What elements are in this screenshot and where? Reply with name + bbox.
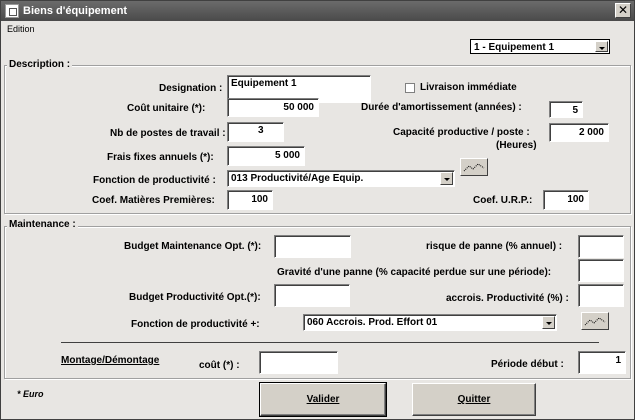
fonction-prod-label: Fonction de productivité : <box>93 175 216 186</box>
menu-bar: Edition <box>1 21 634 36</box>
cout-unitaire-value: 50 000 <box>283 102 314 113</box>
maintenance-label: Maintenance : <box>7 219 78 230</box>
fonction-prod-select[interactable]: 013 Productivité/Age Equip. <box>227 170 455 187</box>
designation-value: Equipement 1 <box>231 78 297 89</box>
coef-mp-field[interactable]: 100 <box>227 190 273 210</box>
valider-button[interactable]: Valider <box>259 382 387 417</box>
risque-panne-field[interactable] <box>578 235 624 258</box>
cout-label: coût (*) : <box>199 360 240 371</box>
frais-fixes-field[interactable]: 5 000 <box>227 146 305 166</box>
capacite-value: 2 000 <box>578 127 604 138</box>
valider-label: Valider <box>306 394 340 405</box>
montage-label: Montage/Démontage <box>61 355 160 366</box>
cout-field[interactable] <box>259 351 338 374</box>
nb-postes-field[interactable]: 3 <box>227 122 284 142</box>
accrois-field[interactable] <box>578 284 624 307</box>
fonction-chart-button[interactable] <box>460 158 488 176</box>
chevron-down-icon[interactable] <box>595 41 608 52</box>
close-icon: ✕ <box>617 3 629 17</box>
chevron-down-icon[interactable] <box>440 172 453 185</box>
gravite-label: Gravité d'une panne (% capacité perdue s… <box>277 267 552 278</box>
designation-label: Designation : <box>159 83 223 94</box>
gravite-field[interactable] <box>578 259 624 282</box>
quitter-button[interactable]: Quitter <box>412 383 536 416</box>
budget-prod-label: Budget Productivité Opt.(*): <box>129 292 261 303</box>
coef-urp-value: 100 <box>567 194 584 205</box>
fonction-plus-chart-button[interactable] <box>581 312 609 330</box>
equipment-selector[interactable]: 1 - Equipement 1 <box>470 39 610 54</box>
nb-postes-label: Nb de postes de travail : <box>110 128 226 139</box>
risque-panne-label: risque de panne (% annuel) : <box>426 241 563 252</box>
frais-fixes-label: Frais fixes annuels (*): <box>107 152 214 163</box>
coef-mp-value: 100 <box>251 194 268 205</box>
equipment-window: Biens d'équipement ✕ Edition 1 - Equipem… <box>0 0 635 420</box>
duree-value: 5 <box>572 105 578 116</box>
chevron-down-icon[interactable] <box>542 316 555 329</box>
quitter-label: Quitter <box>457 394 491 405</box>
window-title: Biens d'équipement <box>23 5 128 17</box>
cout-unitaire-field[interactable]: 50 000 <box>227 98 319 117</box>
app-icon <box>5 4 19 18</box>
coef-urp-field[interactable]: 100 <box>543 190 589 210</box>
livraison-checkbox[interactable] <box>405 83 415 93</box>
livraison-label: Livraison immédiate <box>420 82 517 93</box>
capacite-label-line2: (Heures) <box>496 140 537 151</box>
cout-unitaire-label: Coût unitaire (*): <box>127 103 206 114</box>
periode-debut-value: 1 <box>615 355 621 366</box>
coef-urp-label: Coef. U.R.P.: <box>473 195 533 206</box>
budget-maint-label: Budget Maintenance Opt. (*): <box>124 241 262 252</box>
duree-label: Durée d'amortissement (années) : <box>361 102 522 113</box>
periode-debut-label: Période début : <box>491 359 564 370</box>
maintenance-separator <box>61 342 599 343</box>
fonction-prod-plus-select[interactable]: 060 Accrois. Prod. Effort 01 <box>303 314 557 331</box>
accrois-label: accrois. Productivité (%) : <box>446 293 569 304</box>
close-button[interactable]: ✕ <box>615 3 631 18</box>
description-label: Description : <box>7 59 73 70</box>
periode-debut-field[interactable]: 1 <box>578 351 626 374</box>
budget-prod-field[interactable] <box>274 284 350 307</box>
coef-mp-label: Coef. Matières Premières: <box>92 195 215 206</box>
frais-fixes-value: 5 000 <box>274 150 300 161</box>
title-bar: Biens d'équipement ✕ <box>1 1 634 21</box>
budget-maint-field[interactable] <box>274 235 351 258</box>
chart-icon <box>584 317 606 326</box>
fonction-prod-plus-label: Fonction de productivité +: <box>131 319 260 330</box>
equipment-selector-value: 1 - Equipement 1 <box>474 42 555 53</box>
fonction-prod-value: 013 Productivité/Age Equip. <box>231 173 364 184</box>
nb-postes-value: 3 <box>258 125 264 136</box>
chart-icon <box>463 163 485 172</box>
menu-edition[interactable]: Edition <box>7 24 35 34</box>
fonction-prod-plus-value: 060 Accrois. Prod. Effort 01 <box>307 317 438 328</box>
euro-note: * Euro <box>17 389 44 399</box>
capacite-label-line1: Capacité productive / poste : <box>393 127 530 138</box>
duree-field[interactable]: 5 <box>549 101 583 118</box>
capacite-field[interactable]: 2 000 <box>549 123 609 142</box>
